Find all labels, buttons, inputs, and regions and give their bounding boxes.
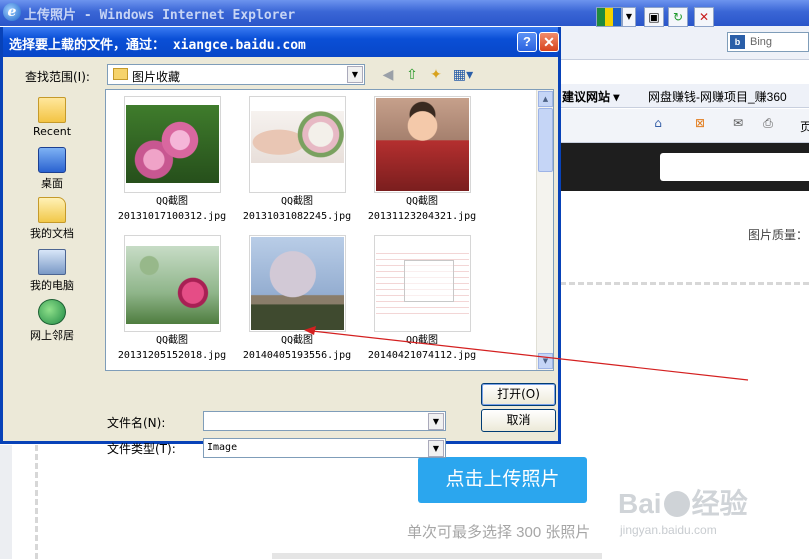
favorite-suggested-sites[interactable]: 建议网站 ▾	[562, 88, 619, 105]
scroll-down-icon[interactable]: ▼	[538, 353, 553, 369]
screenshot-photo	[375, 248, 469, 318]
chevron-down-icon[interactable]: ▼	[347, 66, 363, 83]
compatibility-view-icon[interactable]: ▣	[644, 7, 664, 27]
file-name-line1: QQ截图	[280, 335, 314, 346]
stop-icon[interactable]: ✕	[694, 7, 714, 27]
rose-photo	[125, 246, 219, 324]
file-name-line1: QQ截图	[280, 196, 314, 207]
upload-photos-button[interactable]: 点击上传照片	[418, 457, 587, 503]
peony-photo	[125, 105, 219, 183]
place-my-computer[interactable]: 我的电脑	[9, 249, 95, 293]
close-button[interactable]: ✕	[539, 32, 559, 52]
page-menu[interactable]: 页	[800, 118, 809, 135]
file-name-line1: QQ截图	[405, 196, 439, 207]
my-computer-icon	[38, 249, 66, 275]
search-input[interactable]: b Bing	[727, 32, 809, 52]
ie-window-title: 上传照片 - Windows Internet Explorer	[24, 8, 296, 23]
home-icon[interactable]: ⌂	[648, 114, 668, 134]
file-thumbnail	[373, 235, 471, 332]
scroll-up-icon[interactable]: ▲	[538, 91, 553, 107]
cancel-button[interactable]: 取消	[481, 409, 556, 432]
file-name-line1: QQ截图	[155, 335, 189, 346]
open-button[interactable]: 打开(O)	[481, 383, 556, 406]
address-dropdown-arrow-icon[interactable]: ▼	[622, 7, 636, 27]
bottom-divider	[272, 553, 602, 559]
file-name-input[interactable]	[203, 411, 446, 431]
baidu-watermark-url: jingyan.baidu.com	[620, 523, 717, 537]
image-quality-label: 图片质量：	[748, 228, 809, 242]
vertical-scrollbar[interactable]: ▲ ▼	[536, 90, 553, 370]
file-thumbnail	[373, 96, 471, 193]
internet-explorer-icon: e	[3, 3, 21, 21]
file-name-line2: 20131031082245.jpg	[242, 211, 352, 222]
up-folder-icon[interactable]: ⇧	[402, 65, 422, 85]
file-item[interactable]: QQ截图 20131031082245.jpg	[234, 96, 360, 223]
back-icon[interactable]: ◀	[378, 65, 398, 85]
file-type-select[interactable]: Image ▼	[203, 438, 446, 458]
file-thumbnail	[248, 235, 346, 332]
file-thumbnail	[123, 96, 221, 193]
left-gutter	[0, 445, 12, 559]
file-name-line2: 20140405193556.jpg	[242, 350, 352, 361]
file-name-line2: 20131205152018.jpg	[117, 350, 227, 361]
feeds-icon[interactable]: ⊠	[690, 114, 710, 134]
look-in-label: 查找范围(I):	[25, 70, 90, 84]
file-list[interactable]: QQ截图 20131017100312.jpg QQ截图 20131031082…	[105, 89, 554, 371]
bing-icon: b	[730, 35, 745, 49]
file-item[interactable]: QQ截图 20140421074112.jpg	[359, 235, 485, 362]
file-item[interactable]: QQ截图 20131017100312.jpg	[109, 96, 235, 223]
dialog-title-bar[interactable]: 选择要上载的文件，通过： xiangce.baidu.com ? ✕	[3, 27, 559, 57]
file-type-label: 文件类型(T):	[107, 442, 176, 456]
desktop-icon	[38, 147, 66, 173]
file-name-line2: 20140421074112.jpg	[367, 350, 477, 361]
chevron-down-icon[interactable]: ▼	[428, 413, 444, 430]
baby-photo	[375, 98, 469, 191]
place-my-documents[interactable]: 我的文档	[9, 197, 95, 241]
baidu-watermark: Bai 经验	[618, 488, 748, 519]
chevron-down-icon[interactable]: ▼	[428, 440, 444, 457]
refresh-icon[interactable]: ↻	[668, 7, 688, 27]
file-name-line2: 20131123204321.jpg	[367, 211, 477, 222]
help-button[interactable]: ?	[517, 32, 537, 52]
wedding-photo	[250, 111, 344, 163]
views-menu-icon[interactable]: ▦▾	[450, 65, 476, 85]
file-thumbnail	[123, 235, 221, 332]
file-name-line2: 20131017100312.jpg	[117, 211, 227, 222]
page-search-input[interactable]	[660, 153, 809, 181]
place-network[interactable]: 网上邻居	[9, 299, 95, 343]
favorite-link[interactable]: 网盘赚钱-网赚项目_赚360	[648, 88, 787, 105]
my-documents-icon	[38, 197, 66, 223]
dashed-border-left	[35, 445, 38, 559]
recent-folder-icon	[38, 97, 66, 123]
folder-icon	[113, 68, 128, 80]
dialog-title: 选择要上载的文件，通过： xiangce.baidu.com	[9, 38, 306, 53]
file-thumbnail	[248, 96, 346, 193]
blossom-tree-photo	[250, 237, 344, 330]
new-folder-icon[interactable]: ✦	[426, 65, 446, 85]
network-places-icon	[38, 299, 66, 325]
mail-icon[interactable]: ✉	[728, 114, 748, 134]
print-icon[interactable]: ⎙	[758, 114, 778, 134]
file-name-line1: QQ截图	[155, 196, 189, 207]
file-name-line1: QQ截图	[405, 335, 439, 346]
places-bar: Recent 桌面 我的文档 我的电脑 网上邻居	[9, 89, 95, 359]
file-item[interactable]: QQ截图 20131205152018.jpg	[109, 235, 235, 362]
place-desktop[interactable]: 桌面	[9, 147, 95, 191]
look-in-select[interactable]: 图片收藏 ▼	[107, 64, 365, 85]
file-upload-dialog: 选择要上载的文件，通过： xiangce.baidu.com ? ✕ 查找范围(…	[0, 27, 561, 458]
file-name-label: 文件名(N):	[107, 416, 166, 430]
compatibility-icon[interactable]	[596, 7, 622, 27]
baidu-paw-icon	[663, 491, 690, 517]
file-item[interactable]: QQ截图 20140405193556.jpg	[234, 235, 360, 362]
place-recent[interactable]: Recent	[9, 97, 95, 138]
file-item[interactable]: QQ截图 20131123204321.jpg	[359, 96, 485, 223]
upload-limit-note: 单次可最多选择 300 张照片	[407, 524, 591, 541]
scrollbar-thumb[interactable]	[538, 108, 553, 172]
dashed-border	[560, 282, 809, 285]
